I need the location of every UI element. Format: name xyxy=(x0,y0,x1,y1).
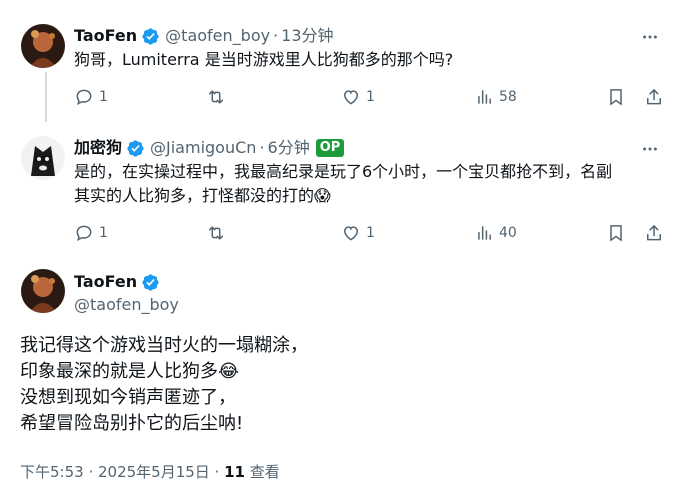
reply-count: 1 xyxy=(99,225,108,241)
action-bar: 1 1 58 xyxy=(74,87,664,109)
verified-badge-icon xyxy=(141,27,160,46)
retweet-button[interactable] xyxy=(206,223,231,243)
author-handle[interactable]: @taofen_boy xyxy=(165,26,270,46)
author-handle[interactable]: @JiamigouCn xyxy=(150,138,256,158)
like-button[interactable]: 1 xyxy=(341,87,375,107)
reply-icon xyxy=(76,225,92,242)
retweet-icon xyxy=(209,90,223,104)
main-tweet: TaoFen @taofen_boy 我记得这个游戏当时火的一塌糊涂， 印象最深… xyxy=(0,260,680,488)
post-time[interactable]: 13分钟 xyxy=(281,26,333,46)
avatar-taofen[interactable] xyxy=(21,269,65,313)
reply-button[interactable]: 1 xyxy=(74,223,108,243)
views-button[interactable]: 58 xyxy=(474,87,517,107)
views-count: 11 xyxy=(224,463,245,481)
tweet-text: 狗哥，Lumiterra 是当时游戏里人比狗都多的那个吗? xyxy=(74,50,454,69)
share-icon xyxy=(647,89,661,105)
avatar-jiamigou[interactable] xyxy=(21,136,65,180)
bookmark-button[interactable] xyxy=(606,87,626,107)
verified-badge-icon xyxy=(126,139,145,158)
bookmark-icon xyxy=(610,225,622,242)
op-badge: OP xyxy=(315,139,345,157)
tweet-text: 我记得这个游戏当时火的一塌糊涂， 印象最深的就是人比狗多😂 没想到现如今销声匿迹… xyxy=(20,335,308,434)
reply1-header: TaoFen @taofen_boy · 13分钟 xyxy=(74,26,334,46)
share-button[interactable] xyxy=(644,223,664,243)
heart-icon xyxy=(343,90,359,105)
view-count: 40 xyxy=(499,225,517,241)
tweet-text: 是的，在实操过程中，我最高纪录是玩了6个小时，一个宝贝都抢不到，名副 其实的人比… xyxy=(74,162,613,205)
view-count: 58 xyxy=(499,89,517,105)
reply-icon xyxy=(76,89,92,106)
avatar-taofen[interactable] xyxy=(21,24,65,68)
action-bar: 1 1 40 xyxy=(74,223,664,245)
share-icon xyxy=(647,225,661,241)
reply2-header: 加密狗 @JiamigouCn · 6分钟 OP xyxy=(74,138,345,158)
views-button[interactable]: 40 xyxy=(474,223,517,243)
thread-line xyxy=(45,72,47,122)
separator: · xyxy=(259,138,265,157)
author-handle[interactable]: @taofen_boy xyxy=(74,295,179,315)
author-name[interactable]: TaoFen xyxy=(74,26,137,46)
analytics-icon xyxy=(478,90,491,104)
views-label: 查看 xyxy=(244,463,280,481)
like-button[interactable]: 1 xyxy=(341,223,375,243)
like-count: 1 xyxy=(366,225,375,241)
main-author-name-row: TaoFen xyxy=(74,272,160,292)
reply-tweet-1[interactable]: TaoFen @taofen_boy · 13分钟 狗哥，Lumiterra 是… xyxy=(0,0,680,125)
author-name[interactable]: TaoFen xyxy=(74,272,137,292)
share-button[interactable] xyxy=(644,87,664,107)
analytics-icon xyxy=(478,226,491,240)
post-time[interactable]: 6分钟 xyxy=(268,138,310,158)
retweet-icon xyxy=(209,226,223,240)
verified-badge-icon xyxy=(141,273,160,292)
more-options-icon[interactable] xyxy=(640,27,660,47)
like-count: 1 xyxy=(366,89,375,105)
reply-count: 1 xyxy=(99,89,108,105)
separator: · xyxy=(273,26,279,45)
bookmark-button[interactable] xyxy=(606,223,626,243)
heart-icon xyxy=(343,226,359,241)
reply-button[interactable]: 1 xyxy=(74,87,108,107)
tweet-meta: 下午5:53 · 2025年5月15日 · 11 查看 xyxy=(20,461,280,482)
timestamp[interactable]: 下午5:53 · 2025年5月15日 · xyxy=(20,463,224,481)
more-options-icon[interactable] xyxy=(640,139,660,159)
reply-tweet-2[interactable]: 加密狗 @JiamigouCn · 6分钟 OP 是的，在实操过程中，我最高纪录… xyxy=(0,125,680,260)
bookmark-icon xyxy=(610,89,622,106)
retweet-button[interactable] xyxy=(206,87,231,107)
author-name[interactable]: 加密狗 xyxy=(74,138,122,158)
